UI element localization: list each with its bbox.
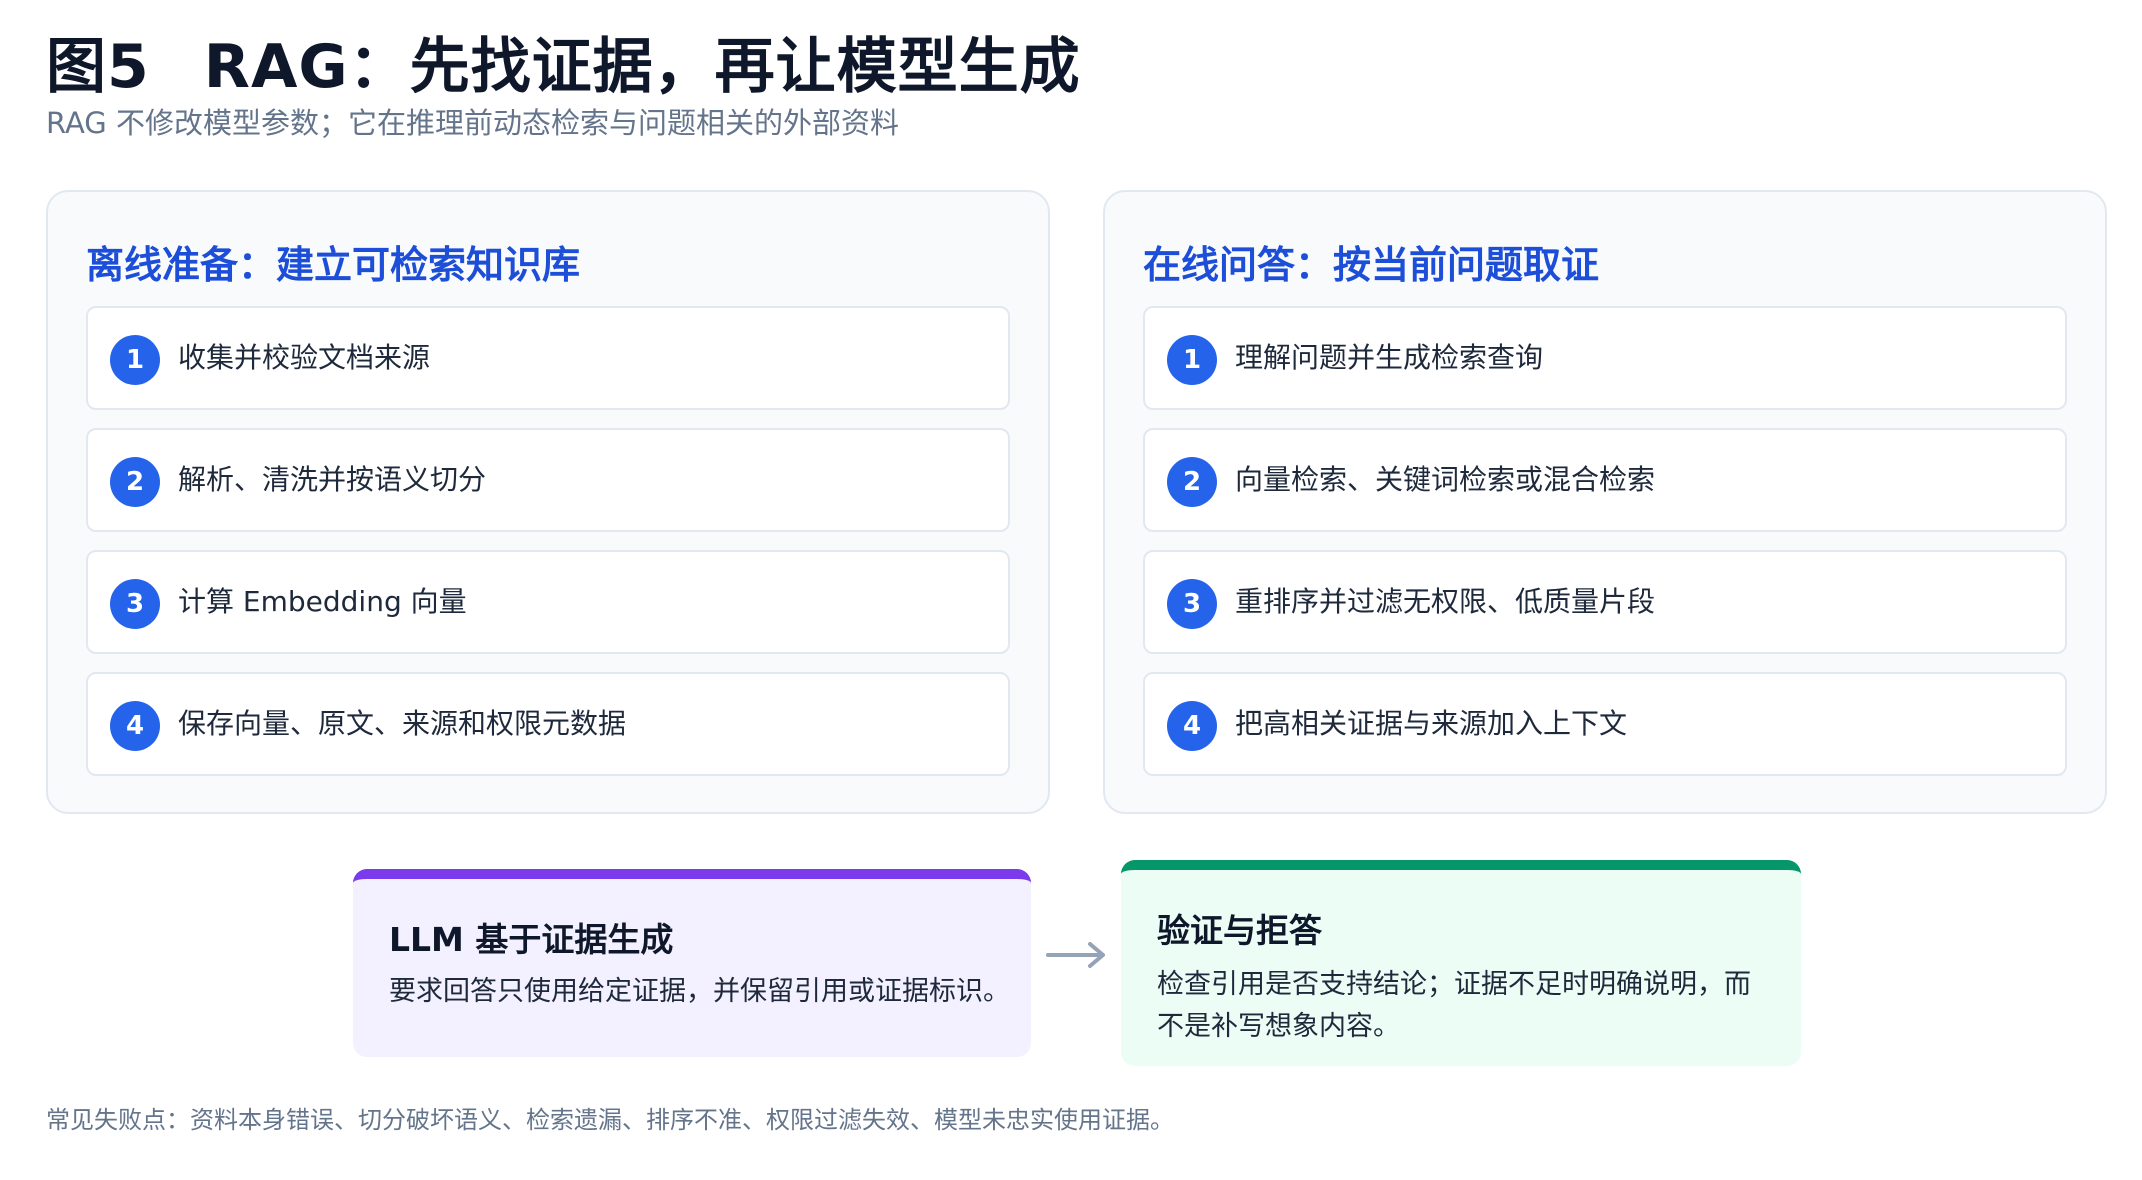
- online-step: 3 重排序并过滤无权限、低质量片段: [1143, 550, 2067, 654]
- step-number-badge: 1: [110, 335, 160, 385]
- online-panel: 在线问答：按当前问题取证 1 理解问题并生成检索查询 2 向量检索、关键词检索或…: [1103, 190, 2107, 814]
- step-number-badge: 1: [1167, 335, 1217, 385]
- figure-title: RAG：先找证据，再让模型生成: [203, 32, 1081, 102]
- verify-box: 验证与拒答 检查引用是否支持结论；证据不足时明确说明，而不是补写想象内容。: [1121, 860, 1801, 1066]
- offline-step: 2 解析、清洗并按语义切分: [86, 428, 1010, 532]
- generate-title: LLM 基于证据生成: [389, 920, 674, 959]
- step-text: 收集并校验文档来源: [178, 341, 431, 374]
- verify-title: 验证与拒答: [1157, 911, 1322, 950]
- offline-step: 1 收集并校验文档来源: [86, 306, 1010, 410]
- figure-label: 图5: [46, 32, 150, 102]
- step-number-badge: 4: [110, 701, 160, 751]
- online-panel-title: 在线问答：按当前问题取证: [1143, 243, 1600, 287]
- step-number-badge: 3: [110, 579, 160, 629]
- right-arrow-icon: [1046, 942, 1105, 968]
- online-step: 2 向量检索、关键词检索或混合检索: [1143, 428, 2067, 532]
- step-text: 解析、清洗并按语义切分: [178, 463, 487, 496]
- verify-body: 检查引用是否支持结论；证据不足时明确说明，而不是补写想象内容。: [1157, 969, 1751, 1042]
- step-text: 把高相关证据与来源加入上下文: [1235, 707, 1628, 740]
- generate-body: 要求回答只使用给定证据，并保留引用或证据标识。: [389, 976, 1010, 1007]
- offline-panel-title: 离线准备：建立可检索知识库: [86, 243, 581, 287]
- footer-note: 常见失败点：资料本身错误、切分破坏语义、检索遗漏、排序不准、权限过滤失效、模型未…: [46, 1106, 1174, 1134]
- page-title: 图5 RAG：先找证据，再让模型生成: [46, 18, 1081, 105]
- step-text: 保存向量、原文、来源和权限元数据: [178, 707, 627, 740]
- offline-step: 4 保存向量、原文、来源和权限元数据: [86, 672, 1010, 776]
- step-number-badge: 3: [1167, 579, 1217, 629]
- step-number-badge: 4: [1167, 701, 1217, 751]
- online-step: 1 理解问题并生成检索查询: [1143, 306, 2067, 410]
- step-text: 理解问题并生成检索查询: [1235, 341, 1544, 374]
- online-step: 4 把高相关证据与来源加入上下文: [1143, 672, 2067, 776]
- offline-step: 3 计算 Embedding 向量: [86, 550, 1010, 654]
- page-subtitle: RAG 不修改模型参数；它在推理前动态检索与问题相关的外部资料: [46, 106, 899, 140]
- step-text: 向量检索、关键词检索或混合检索: [1235, 463, 1656, 496]
- step-number-badge: 2: [1167, 457, 1217, 507]
- step-text: 计算 Embedding 向量: [178, 585, 467, 618]
- step-number-badge: 2: [110, 457, 160, 507]
- step-text: 重排序并过滤无权限、低质量片段: [1235, 585, 1656, 618]
- generate-box: LLM 基于证据生成 要求回答只使用给定证据，并保留引用或证据标识。: [353, 869, 1031, 1057]
- offline-panel: 离线准备：建立可检索知识库 1 收集并校验文档来源 2 解析、清洗并按语义切分 …: [46, 190, 1050, 814]
